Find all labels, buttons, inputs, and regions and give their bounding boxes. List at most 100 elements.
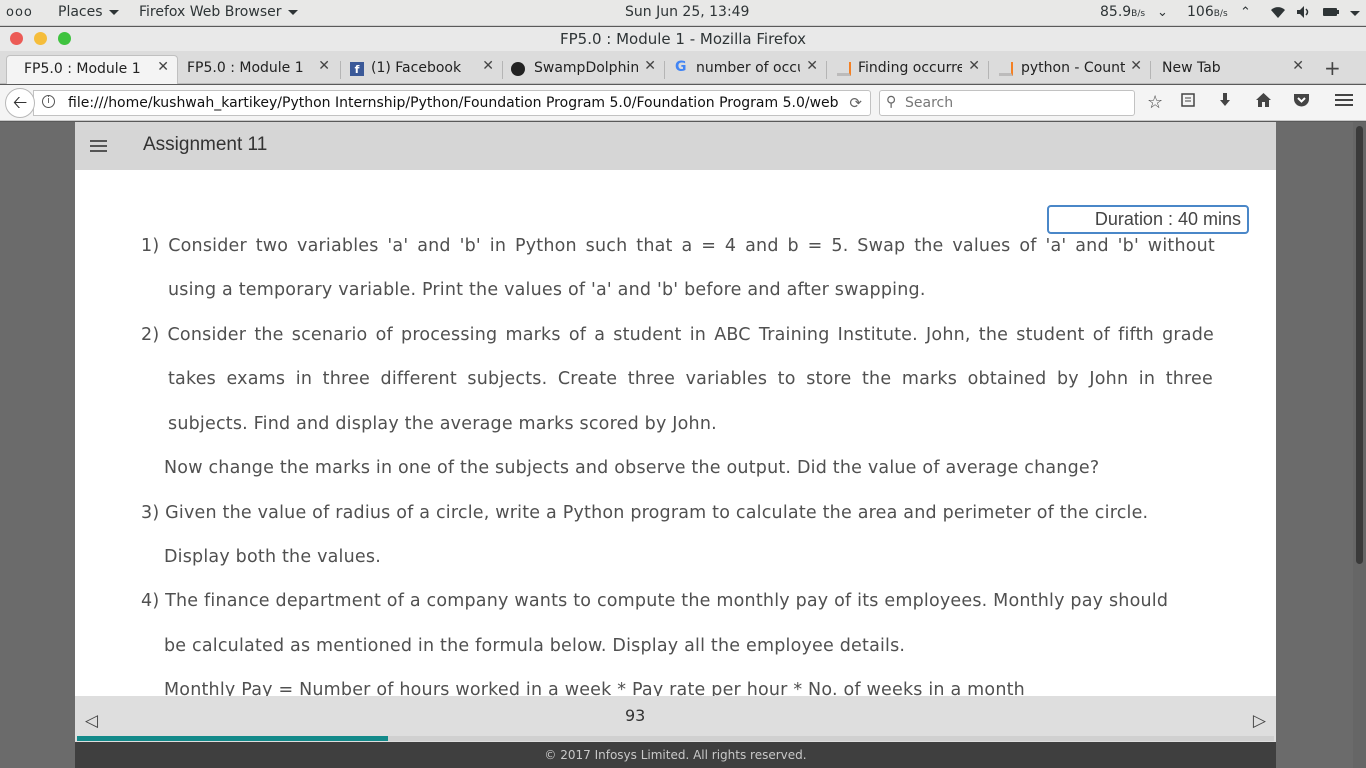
places-label: Places	[58, 4, 103, 20]
window-title: FP5.0 : Module 1 - Mozilla Firefox	[559, 30, 807, 48]
page-number: 93	[625, 706, 646, 725]
question-line: be calculated as mentioned in the formul…	[164, 636, 906, 656]
bookmark-star-icon[interactable]: ☆	[1147, 92, 1163, 113]
info-icon[interactable]: i	[42, 95, 55, 108]
tab-fp5-module1[interactable]: FP5.0 : Module 1 ✕	[180, 55, 338, 84]
volume-icon[interactable]	[1296, 5, 1312, 23]
next-page-icon[interactable]: ▷	[1253, 711, 1266, 731]
chevron-down-icon[interactable]	[1350, 11, 1360, 16]
module-header: Assignment 11	[75, 122, 1276, 170]
close-tab-icon[interactable]: ✕	[157, 59, 169, 75]
close-tab-icon[interactable]: ✕	[644, 58, 656, 74]
reload-icon[interactable]: ⟳	[849, 94, 862, 112]
tab-new-tab[interactable]: New Tab ✕	[1152, 55, 1312, 84]
tab-label: SwampDolphin9	[534, 60, 638, 76]
tab-separator	[826, 61, 827, 79]
question-line: Display both the values.	[164, 547, 381, 567]
new-tab-plus-icon[interactable]: +	[1324, 56, 1341, 80]
tab-label: (1) Facebook	[371, 60, 462, 76]
question-line: using a temporary variable. Print the va…	[168, 280, 926, 300]
tab-label: FP5.0 : Module 1	[187, 60, 304, 76]
question-line: 1) Consider two variables 'a' and 'b' in…	[141, 236, 1215, 256]
google-icon: G	[675, 59, 687, 75]
assignment-title: Assignment 11	[143, 134, 268, 155]
question-line: 4) The finance department of a company w…	[141, 591, 1169, 611]
question-line: 2) Consider the scenario of processing m…	[141, 325, 1214, 345]
module-content: Assignment 11 Duration : 40 mins 1) Cons…	[75, 122, 1276, 742]
question-line: subjects. Find and display the average m…	[168, 414, 717, 434]
tab-google-search[interactable]: G number of occur ✕	[666, 55, 826, 84]
tab-strip: FP5.0 : Module 1 ✕ FP5.0 : Module 1 ✕ f …	[0, 51, 1366, 84]
search-placeholder: Search	[905, 95, 954, 111]
search-icon: ⚲	[886, 94, 897, 110]
progress-fill	[77, 736, 389, 741]
wifi-icon[interactable]	[1270, 5, 1286, 23]
window-title-bar: FP5.0 : Module 1 - Mozilla Firefox	[0, 27, 1366, 51]
reading-list-icon[interactable]	[1180, 92, 1196, 113]
activities-button[interactable]: ooo	[6, 5, 33, 20]
clock[interactable]: Sun Jun 25, 13:49	[625, 4, 749, 20]
close-tab-icon[interactable]: ✕	[318, 58, 330, 74]
previous-page-icon[interactable]: ◁	[85, 711, 98, 731]
pager-bar: ◁ 93 ▷	[75, 696, 1276, 742]
chevron-down-icon	[287, 9, 298, 15]
tab-separator	[340, 61, 341, 79]
app-menu[interactable]: Firefox Web Browser	[139, 4, 298, 20]
tab-stackoverflow-1[interactable]: Finding occurren ✕	[828, 55, 988, 84]
search-input[interactable]: ⚲ Search	[879, 90, 1135, 116]
arrow-left-icon: 🡠	[12, 92, 28, 113]
home-icon[interactable]	[1255, 92, 1272, 113]
chevron-up-icon: ⌃	[1240, 5, 1251, 20]
tab-stackoverflow-2[interactable]: python - Count o ✕	[990, 55, 1150, 84]
close-tab-icon[interactable]: ✕	[1130, 58, 1142, 74]
tab-label: number of occur	[696, 60, 800, 76]
tab-label: python - Count o	[1021, 60, 1125, 76]
net-up-value: 106	[1187, 4, 1214, 20]
battery-icon[interactable]	[1322, 5, 1340, 23]
net-up-unit: B/s	[1213, 9, 1228, 19]
vertical-scrollbar[interactable]	[1353, 122, 1366, 768]
net-upload-rate: 106B/s	[1187, 4, 1228, 20]
net-download-rate: 85.9B/s	[1100, 4, 1145, 20]
download-icon[interactable]	[1217, 92, 1233, 113]
tab-separator	[988, 61, 989, 79]
chevron-down-icon: ⌄	[1157, 5, 1168, 20]
duration-badge: Duration : 40 mins	[1047, 205, 1249, 234]
address-bar[interactable]: i file:///home/kushwah_kartikey/Python I…	[33, 90, 871, 116]
url-text[interactable]: file:///home/kushwah_kartikey/Python Int…	[68, 95, 838, 111]
places-menu[interactable]: Places	[58, 4, 119, 20]
question-line: Now change the marks in one of the subje…	[164, 458, 1100, 478]
question-line: takes exams in three different subjects.…	[168, 369, 1213, 389]
menu-hamburger-icon[interactable]	[1335, 92, 1353, 113]
tab-label: FP5.0 : Module 1	[24, 61, 141, 77]
scrollbar-thumb[interactable]	[1356, 126, 1363, 564]
tab-label: New Tab	[1162, 60, 1221, 76]
tab-label: Finding occurren	[858, 60, 962, 76]
close-tab-icon[interactable]: ✕	[482, 58, 494, 74]
system-top-bar: ooo Places Firefox Web Browser Sun Jun 2…	[0, 0, 1366, 26]
net-down-unit: B/s	[1131, 9, 1146, 19]
close-tab-icon[interactable]: ✕	[968, 58, 980, 74]
module-menu-icon[interactable]	[90, 140, 107, 152]
github-icon	[511, 62, 525, 76]
close-tab-icon[interactable]: ✕	[1292, 58, 1304, 74]
stackoverflow-icon	[837, 62, 851, 76]
tab-separator	[664, 61, 665, 79]
back-button[interactable]: 🡠	[5, 88, 35, 118]
app-menu-label: Firefox Web Browser	[139, 4, 282, 20]
tab-facebook[interactable]: f (1) Facebook ✕	[342, 55, 502, 84]
question-line: 3) Given the value of radius of a circle…	[141, 503, 1149, 523]
copyright-footer: © 2017 Infosys Limited. All rights reser…	[75, 742, 1276, 768]
chevron-down-icon	[108, 9, 119, 15]
progress-bar	[77, 736, 1274, 741]
tab-separator	[502, 61, 503, 79]
facebook-icon: f	[350, 62, 364, 76]
stackoverflow-icon	[999, 62, 1013, 76]
net-down-value: 85.9	[1100, 4, 1132, 20]
navigation-toolbar: i file:///home/kushwah_kartikey/Python I…	[0, 85, 1366, 121]
close-tab-icon[interactable]: ✕	[806, 58, 818, 74]
tab-separator	[1150, 61, 1151, 79]
tab-github[interactable]: SwampDolphin9 ✕	[504, 55, 664, 84]
pocket-icon[interactable]	[1293, 92, 1310, 113]
tab-fp5-module1-active[interactable]: FP5.0 : Module 1 ✕	[6, 55, 178, 84]
